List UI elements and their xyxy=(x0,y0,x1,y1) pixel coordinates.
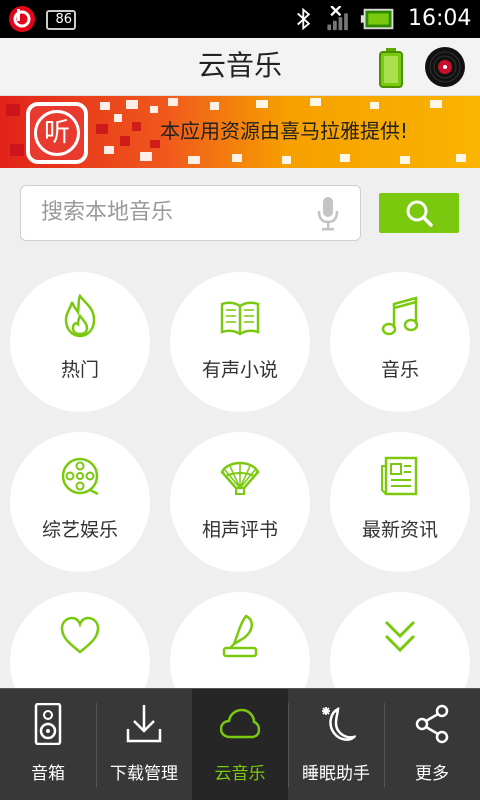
cloud-icon xyxy=(220,708,260,739)
category-label: 音乐 xyxy=(380,359,419,381)
no-signal-icon xyxy=(327,6,348,31)
category-latest-news[interactable]: 最新资讯 xyxy=(330,432,470,572)
share-icon xyxy=(415,704,449,744)
double-chevron-down-icon xyxy=(384,620,416,653)
nav-label: 下载管理 xyxy=(110,764,178,784)
heart-icon xyxy=(60,616,100,654)
folding-fan-icon xyxy=(220,461,260,495)
music-note-icon xyxy=(381,296,419,336)
category-label: 最新资讯 xyxy=(361,519,438,541)
search-input[interactable]: 搜索本地音乐 xyxy=(20,185,361,241)
banner-text: 本应用资源由喜马拉雅提供! xyxy=(160,119,409,143)
bluetooth-icon xyxy=(297,7,311,31)
category-hot[interactable]: 热门 xyxy=(10,272,150,412)
bottom-nav: 音箱 下载管理 云音乐 睡眠助手 更多 xyxy=(0,688,480,800)
vinyl-record-icon[interactable] xyxy=(424,46,466,88)
category-crosstalk-storytelling[interactable]: 相声评书 xyxy=(170,432,310,572)
nav-item-more[interactable]: 更多 xyxy=(384,689,480,800)
nav-item-downloads[interactable]: 下载管理 xyxy=(96,689,192,800)
title-bar: 云音乐 xyxy=(0,38,480,96)
nav-label: 更多 xyxy=(415,764,449,784)
film-reel-icon xyxy=(61,457,99,496)
newspaper-icon xyxy=(381,456,418,496)
quill-books-icon xyxy=(222,614,258,658)
microphone-icon[interactable] xyxy=(317,197,339,231)
download-icon xyxy=(126,705,162,743)
notification-count-badge: 86 xyxy=(46,10,76,30)
battery-status-icon xyxy=(360,8,394,30)
category-label: 热门 xyxy=(60,359,99,381)
speaker-icon xyxy=(34,703,62,745)
search-button[interactable] xyxy=(379,193,459,233)
category-label: 综艺娱乐 xyxy=(41,519,118,541)
status-icons xyxy=(297,6,394,31)
ximalaya-app-icon[interactable]: 听 xyxy=(26,102,88,164)
nav-item-sleep-assistant[interactable]: 睡眠助手 xyxy=(288,689,384,800)
beats-audio-icon xyxy=(9,6,35,32)
moon-star-icon xyxy=(322,706,356,741)
status-time: 16:04 xyxy=(408,6,472,31)
category-variety-entertainment[interactable]: 综艺娱乐 xyxy=(10,432,150,572)
nav-item-cloud-music[interactable]: 云音乐 xyxy=(192,689,288,800)
search-placeholder: 搜索本地音乐 xyxy=(41,200,174,225)
nav-label: 睡眠助手 xyxy=(302,764,370,784)
category-label: 有声小说 xyxy=(201,359,278,381)
nav-item-speaker[interactable]: 音箱 xyxy=(0,689,96,800)
category-audio-novels[interactable]: 有声小说 xyxy=(170,272,310,412)
search-icon xyxy=(406,200,433,227)
open-book-icon xyxy=(220,301,260,336)
battery-saver-icon[interactable] xyxy=(378,48,404,88)
page-title: 云音乐 xyxy=(197,49,282,82)
status-bar: 86 16:04 xyxy=(0,0,480,38)
category-music[interactable]: 音乐 xyxy=(330,272,470,412)
nav-label: 云音乐 xyxy=(214,764,266,784)
nav-label: 音箱 xyxy=(31,764,65,784)
app-icon-glyph: 听 xyxy=(34,110,80,156)
category-label: 相声评书 xyxy=(201,519,278,541)
fire-icon xyxy=(64,294,96,338)
